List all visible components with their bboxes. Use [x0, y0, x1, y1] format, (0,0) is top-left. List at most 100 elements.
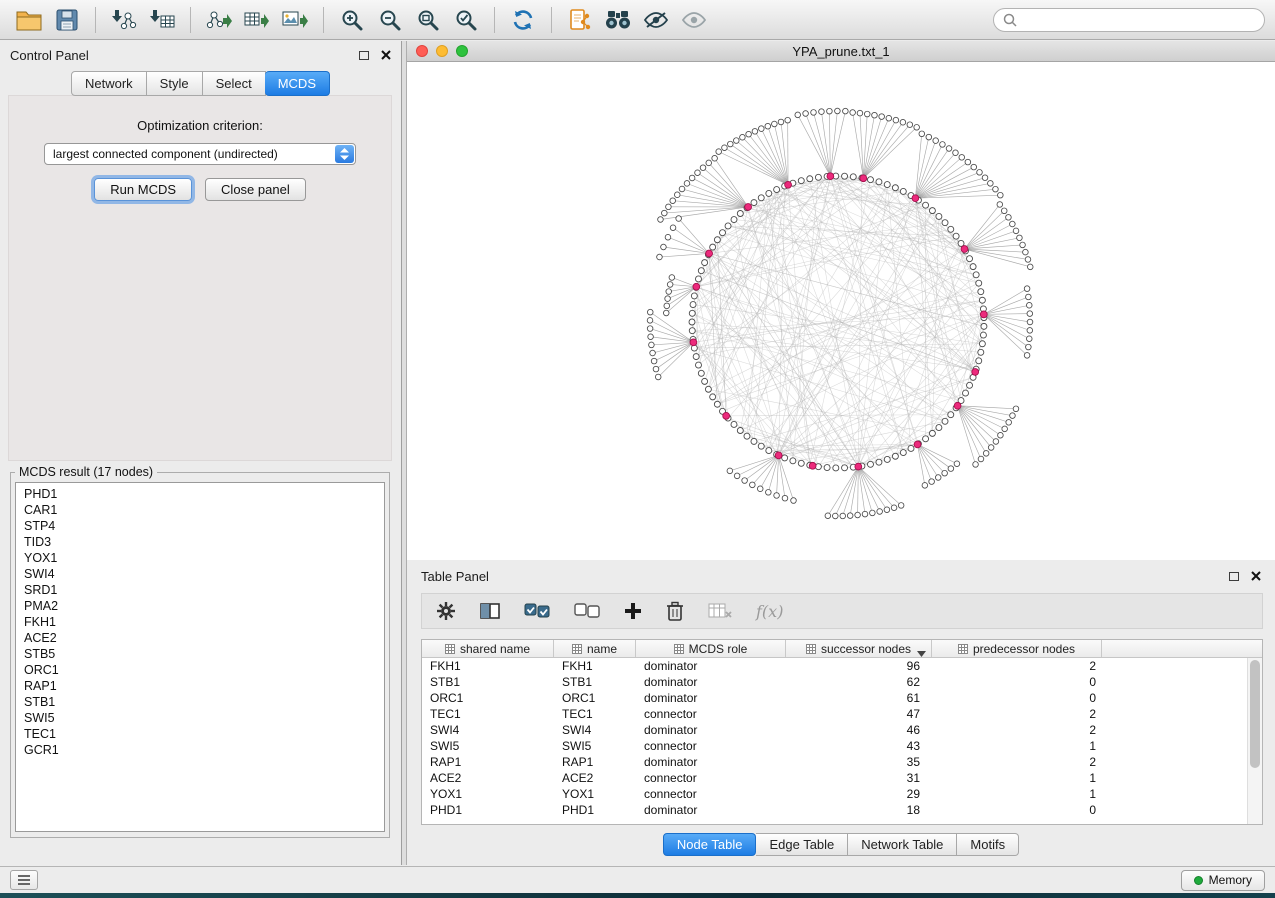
mcds-result-item[interactable]: SWI4: [24, 566, 384, 582]
panel-toggle-button[interactable]: [10, 870, 38, 890]
export-network-button[interactable]: [201, 4, 237, 36]
zoom-fit-button[interactable]: [410, 4, 446, 36]
close-window-icon[interactable]: [416, 45, 428, 57]
column-header-successor-nodes[interactable]: successor nodes: [786, 640, 932, 657]
column-header-predecessor-nodes[interactable]: predecessor nodes: [932, 640, 1102, 657]
mcds-result-item[interactable]: ORC1: [24, 662, 384, 678]
table-cell: dominator: [636, 691, 786, 705]
minimize-window-icon[interactable]: [436, 45, 448, 57]
table-cell: 2: [932, 659, 1102, 673]
maximize-window-icon[interactable]: [456, 45, 468, 57]
mcds-result-item[interactable]: YOX1: [24, 550, 384, 566]
close-table-panel-icon[interactable]: [1251, 571, 1261, 581]
close-panel-button[interactable]: Close panel: [205, 178, 306, 201]
mcds-result-item[interactable]: RAP1: [24, 678, 384, 694]
mcds-result-item[interactable]: SWI5: [24, 710, 384, 726]
close-panel-icon[interactable]: [381, 50, 391, 60]
table-cell: STB1: [554, 675, 636, 689]
tab-edge-table[interactable]: Edge Table: [756, 833, 848, 856]
table-row[interactable]: SWI4SWI4dominator462: [422, 722, 1247, 738]
import-network-button[interactable]: [106, 4, 142, 36]
optimization-criterion-select[interactable]: largest connected component (undirected): [44, 143, 356, 165]
network-document-button[interactable]: [562, 4, 598, 36]
mcds-result-item[interactable]: CAR1: [24, 502, 384, 518]
delete-column-button[interactable]: [666, 601, 684, 621]
unselect-all-columns-button[interactable]: [574, 603, 600, 619]
zoom-selected-button[interactable]: [448, 4, 484, 36]
tab-style[interactable]: Style: [147, 71, 203, 96]
column-label: name: [587, 642, 617, 656]
binoculars-icon: [604, 10, 632, 30]
add-column-button[interactable]: [624, 602, 642, 620]
table-cell: YOX1: [554, 787, 636, 801]
search-box[interactable]: [993, 8, 1265, 32]
table-cell: 1: [932, 771, 1102, 785]
table-row[interactable]: FKH1FKH1dominator962: [422, 658, 1247, 674]
run-mcds-button[interactable]: Run MCDS: [94, 178, 192, 201]
table-row[interactable]: TEC1TEC1connector472: [422, 706, 1247, 722]
table-cell: 46: [786, 723, 932, 737]
tab-network-table[interactable]: Network Table: [848, 833, 957, 856]
function-builder-button[interactable]: f(x): [756, 602, 783, 621]
column-header-mcds-role[interactable]: MCDS role: [636, 640, 786, 657]
mcds-result-item[interactable]: PHD1: [24, 486, 384, 502]
main-toolbar: [0, 0, 1275, 40]
show-graphics-details-button[interactable]: [676, 4, 712, 36]
open-file-button[interactable]: [11, 4, 47, 36]
unselect-all-icon: [574, 603, 600, 619]
table-cell: connector: [636, 787, 786, 801]
tab-network[interactable]: Network: [71, 71, 147, 96]
memory-button[interactable]: Memory: [1181, 870, 1265, 891]
table-row[interactable]: PHD1PHD1dominator180: [422, 802, 1247, 818]
export-table-button[interactable]: [239, 4, 275, 36]
tab-mcds[interactable]: MCDS: [265, 71, 330, 96]
mcds-result-item[interactable]: ACE2: [24, 630, 384, 646]
select-spinner-icon: [335, 145, 354, 163]
table-scrollbar[interactable]: [1247, 658, 1262, 824]
zoom-in-button[interactable]: [334, 4, 370, 36]
mcds-result-item[interactable]: PMA2: [24, 598, 384, 614]
table-row[interactable]: ACE2ACE2connector311: [422, 770, 1247, 786]
hide-graphics-details-button[interactable]: [638, 4, 674, 36]
column-header-name[interactable]: name: [554, 640, 636, 657]
tab-node-table[interactable]: Node Table: [663, 833, 757, 856]
save-button[interactable]: [49, 4, 85, 36]
mcds-result-item[interactable]: STB5: [24, 646, 384, 662]
export-table-icon: [244, 8, 270, 32]
mcds-result-item[interactable]: TID3: [24, 534, 384, 550]
mcds-result-item[interactable]: TEC1: [24, 726, 384, 742]
scrollbar-thumb[interactable]: [1250, 660, 1260, 768]
table-settings-button[interactable]: [436, 601, 456, 621]
mcds-result-item[interactable]: GCR1: [24, 742, 384, 758]
search-input[interactable]: [1023, 12, 1255, 28]
menu-lines-icon: [17, 874, 31, 886]
search-network-button[interactable]: [600, 4, 636, 36]
select-all-columns-button[interactable]: [524, 603, 550, 619]
import-table-button[interactable]: [144, 4, 180, 36]
float-table-panel-icon[interactable]: [1229, 572, 1239, 581]
column-type-icon: [572, 644, 582, 654]
network-window-titlebar[interactable]: YPA_prune.txt_1: [407, 41, 1275, 62]
table-cell: 31: [786, 771, 932, 785]
column-header-shared-name[interactable]: shared name: [422, 640, 554, 657]
refresh-view-button[interactable]: [505, 4, 541, 36]
delete-table-button[interactable]: [708, 603, 732, 619]
tab-select[interactable]: Select: [203, 71, 266, 96]
mcds-result-item[interactable]: STB1: [24, 694, 384, 710]
mcds-result-item[interactable]: STP4: [24, 518, 384, 534]
mcds-result-list[interactable]: PHD1CAR1STP4TID3YOX1SWI4SRD1PMA2FKH1ACE2…: [15, 482, 385, 832]
import-network-icon: [111, 8, 137, 32]
show-column-button[interactable]: [480, 603, 500, 619]
table-row[interactable]: STB1STB1dominator620: [422, 674, 1247, 690]
mcds-result-item[interactable]: FKH1: [24, 614, 384, 630]
tab-motifs[interactable]: Motifs: [957, 833, 1019, 856]
table-row[interactable]: SWI5SWI5connector431: [422, 738, 1247, 754]
export-image-button[interactable]: [277, 4, 313, 36]
table-row[interactable]: YOX1YOX1connector291: [422, 786, 1247, 802]
float-panel-icon[interactable]: [359, 51, 369, 60]
network-canvas[interactable]: [407, 62, 1275, 559]
table-row[interactable]: ORC1ORC1dominator610: [422, 690, 1247, 706]
mcds-result-item[interactable]: SRD1: [24, 582, 384, 598]
zoom-out-button[interactable]: [372, 4, 408, 36]
table-row[interactable]: RAP1RAP1dominator352: [422, 754, 1247, 770]
